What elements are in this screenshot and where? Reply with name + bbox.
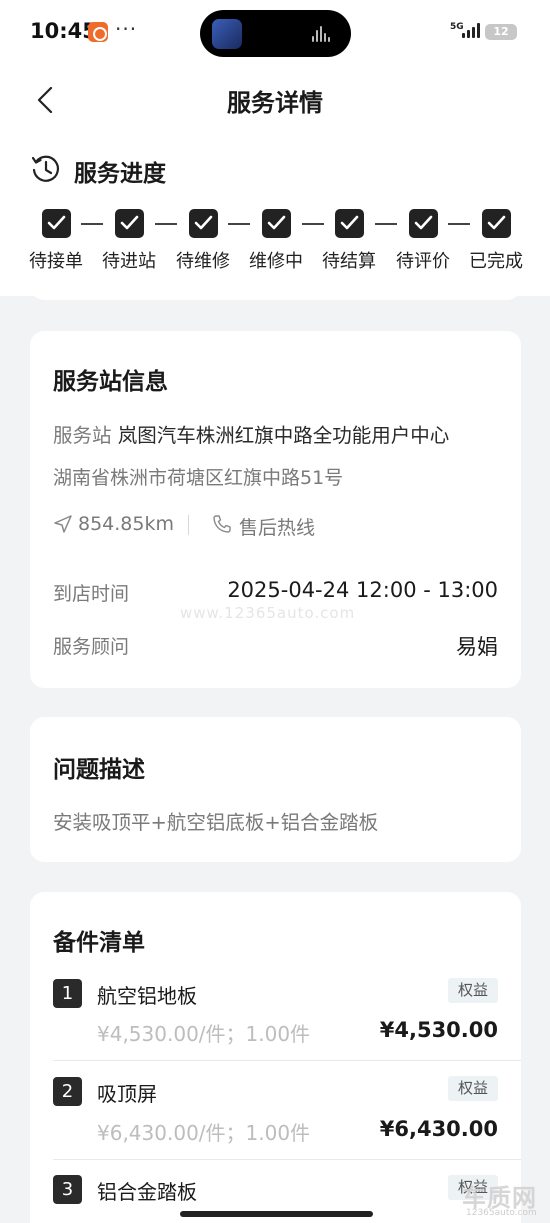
watermark: www.12365auto.com	[180, 604, 356, 622]
part-name: 铝合金踏板	[97, 1180, 197, 1204]
arrival-time-label: 到店时间	[53, 583, 130, 605]
part-index: 3	[53, 1175, 82, 1204]
battery-icon: 12	[485, 24, 517, 40]
info-divider	[188, 515, 189, 535]
dynamic-island[interactable]	[200, 10, 351, 57]
step-connector	[81, 223, 103, 225]
row-divider	[53, 1060, 521, 1061]
step-connector	[448, 223, 470, 225]
step-check-icon	[115, 209, 144, 238]
part-unit-price: ¥4,530.00/件；1.00件	[97, 1022, 311, 1046]
station-name-row: 服务站 岚图汽车株洲红旗中路全功能用户中心	[53, 419, 449, 448]
problem-card-title: 问题描述	[53, 757, 145, 783]
station-card-title: 服务站信息	[53, 369, 168, 395]
problem-text: 安装吸顶平+航空铝底板+铝合金踏板	[53, 811, 379, 834]
navigation-arrow-icon	[54, 515, 72, 533]
distance-text: 854.85km	[78, 513, 174, 535]
station-name: 岚图汽车株洲红旗中路全功能用户中心	[117, 424, 450, 447]
step-check-icon	[262, 209, 291, 238]
phone-icon	[213, 515, 231, 533]
step-connector	[302, 223, 324, 225]
step-connector	[375, 223, 397, 225]
step-check-icon	[482, 209, 511, 238]
progress-title: 服务进度	[74, 161, 166, 187]
step-label: 待评价	[396, 251, 450, 272]
station-info-card: 服务站信息 服务站 岚图汽车株洲红旗中路全功能用户中心 湖南省株洲市荷塘区红旗中…	[30, 331, 521, 688]
part-total-price: ¥6,430.00	[379, 1117, 498, 1141]
step-check-icon	[335, 209, 364, 238]
signal-icon	[462, 23, 480, 38]
advisor-label: 服务顾问	[53, 636, 130, 658]
hotline-label: 售后热线	[239, 517, 316, 539]
part-index: 1	[53, 979, 82, 1008]
part-index: 2	[53, 1077, 82, 1106]
page-title: 服务详情	[227, 89, 323, 117]
station-address: 湖南省株洲市荷塘区红旗中路51号	[53, 467, 344, 489]
part-name: 航空铝地板	[97, 984, 197, 1008]
row-divider	[53, 1159, 521, 1160]
app-notification-icon	[88, 22, 108, 42]
step-label: 待结算	[322, 251, 376, 272]
problem-card: 问题描述 安装吸顶平+航空铝底板+铝合金踏板	[30, 717, 521, 862]
step-connector	[155, 223, 177, 225]
part-name: 吸顶屏	[97, 1082, 157, 1106]
step-label: 维修中	[249, 251, 303, 272]
status-time: 10:45	[30, 19, 97, 43]
advisor-value: 易娟	[456, 635, 498, 659]
parts-card: 备件清单 1 航空铝地板 权益 ¥4,530.00/件；1.00件 ¥4,530…	[30, 892, 521, 1223]
step-connector	[228, 223, 250, 225]
step-label: 已完成	[469, 251, 523, 272]
benefit-tag: 权益	[448, 1076, 498, 1101]
step-check-icon	[42, 209, 71, 238]
step-label: 待进站	[102, 251, 156, 272]
station-label: 服务站	[53, 424, 112, 447]
benefit-tag: 权益	[448, 978, 498, 1003]
step-check-icon	[189, 209, 218, 238]
parts-card-title: 备件清单	[53, 930, 145, 956]
arrival-time-value: 2025-04-24 12:00 - 13:00	[227, 578, 498, 602]
step-label: 待维修	[176, 251, 230, 272]
part-unit-price: ¥6,430.00/件；1.00件	[97, 1121, 311, 1145]
more-status-icon: ···	[115, 17, 138, 41]
audio-wave-icon	[312, 26, 332, 42]
history-clock-icon	[31, 155, 60, 182]
part-total-price: ¥4,530.00	[379, 1018, 498, 1042]
site-logo-url: 12365auto.com	[466, 1208, 537, 1218]
step-label: 待接单	[29, 251, 83, 272]
hotline-button[interactable]: 售后热线	[212, 511, 332, 539]
media-thumbnail-icon	[212, 19, 242, 49]
home-indicator[interactable]	[180, 1211, 373, 1217]
progress-card-bottom	[30, 276, 521, 300]
step-check-icon	[409, 209, 438, 238]
